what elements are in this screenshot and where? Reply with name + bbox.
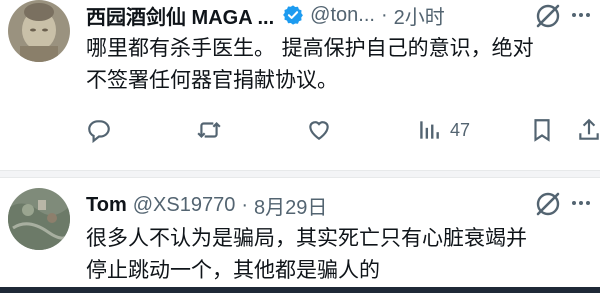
bookmark-button[interactable] <box>529 117 555 143</box>
tweet-text-line: 哪里都有杀手医生。 提高保护自己的意识，绝对 <box>86 36 534 60</box>
tweet-header: 西园酒剑仙 MAGA ... @ton... · 2小时 <box>86 0 445 30</box>
share-icon <box>579 118 599 140</box>
more-icon[interactable] <box>570 4 592 26</box>
tweet-text-line: 很多人不认为是骗局，其实死亡只有心脏衰竭并 <box>86 226 527 250</box>
views-button[interactable]: 47 <box>416 117 470 143</box>
display-name[interactable]: 西园酒剑仙 MAGA ... <box>86 1 274 30</box>
handle[interactable]: @XS19770 <box>133 194 236 217</box>
reply-icon <box>88 120 110 143</box>
retweet-icon <box>197 121 221 139</box>
tweet-text-line: 停止跳动一个，其他都是骗人的 <box>86 258 380 282</box>
like-button[interactable] <box>306 117 332 143</box>
tweet-divider <box>0 170 600 178</box>
share-button[interactable] <box>576 117 600 143</box>
grok-icon[interactable] <box>534 2 562 30</box>
verified-badge-icon <box>282 4 304 26</box>
timestamp[interactable]: 2小时 <box>394 1 445 30</box>
action-bar: 47 <box>86 117 600 147</box>
retweet-button[interactable] <box>196 117 222 143</box>
tweet[interactable]: 西园酒剑仙 MAGA ... @ton... · 2小时 哪里都有杀手医生。 提… <box>0 0 600 170</box>
avatar[interactable] <box>8 188 70 250</box>
tweet-text-line: 不签署任何器官捐献协议。 <box>86 68 338 92</box>
like-icon <box>309 121 329 140</box>
tweet-text: 哪里都有杀手医生。 提高保护自己的意识，绝对 不签署任何器官捐献协议。 <box>86 32 586 96</box>
views-count: 47 <box>450 119 471 140</box>
display-name[interactable]: Tom <box>86 194 127 217</box>
tweet[interactable]: Tom @XS19770 · 8月29日 很多人不认为是骗局，其实死亡只有心脏衰… <box>0 178 600 293</box>
views-icon <box>420 121 439 139</box>
more-icon[interactable] <box>570 192 592 214</box>
bottom-bar <box>0 287 600 293</box>
tweet-header: Tom @XS19770 · 8月29日 <box>86 190 327 220</box>
reply-button[interactable] <box>86 117 112 143</box>
tweet-text: 很多人不认为是骗局，其实死亡只有心脏衰竭并 停止跳动一个，其他都是骗人的 <box>86 222 586 286</box>
separator: · <box>380 3 388 26</box>
handle[interactable]: @ton... <box>310 4 375 27</box>
separator: · <box>241 193 249 216</box>
bookmark-icon <box>534 119 550 142</box>
timestamp[interactable]: 8月29日 <box>254 191 327 220</box>
avatar[interactable] <box>8 0 70 62</box>
grok-icon[interactable] <box>534 190 562 218</box>
